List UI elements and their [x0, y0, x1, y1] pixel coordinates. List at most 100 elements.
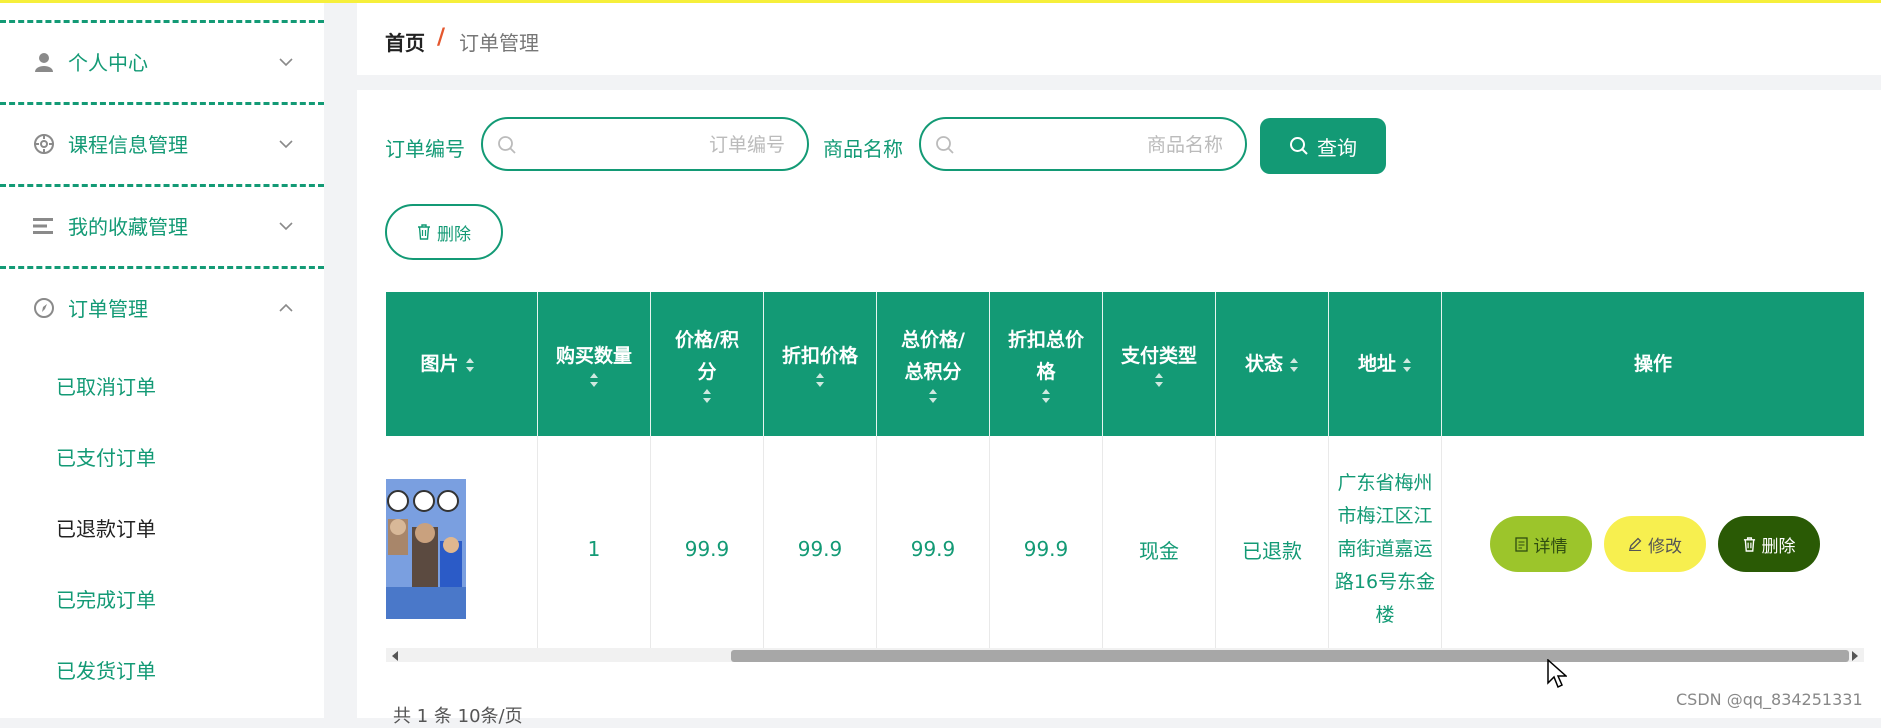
header-label: 支付类型: [1120, 345, 1197, 367]
sort-icon[interactable]: [1289, 357, 1299, 373]
sort-icon[interactable]: [702, 388, 712, 404]
product-name-label: 商品名称: [823, 137, 903, 161]
cell-address: 广东省梅州市梅江区江南街道嘉运路16号东金楼: [1329, 436, 1442, 662]
sidebar-subitem-shipped-orders[interactable]: 已发货订单: [56, 655, 156, 684]
cell-quantity: 1: [538, 436, 651, 662]
header-label: 总价格/总积分: [901, 329, 965, 383]
sidebar-subitem-cancelled-orders[interactable]: 已取消订单: [56, 371, 156, 400]
sidebar-item-course-info[interactable]: 课程信息管理: [0, 102, 324, 182]
sidebar-item-favorites[interactable]: 我的收藏管理: [0, 184, 324, 264]
breadcrumb-home[interactable]: 首页: [385, 27, 425, 56]
main-content: 订单编号 商品名称 查询 删除 图片 购买数量 价格/积分: [357, 90, 1881, 727]
cell-price: 99.9: [651, 436, 764, 662]
sidebar-item-label: 我的收藏管理: [68, 215, 188, 239]
product-name-input[interactable]: [961, 129, 1225, 161]
sidebar-subitem-refunded-orders[interactable]: 已退款订单: [56, 513, 156, 542]
sidebar-subitem-paid-orders[interactable]: 已支付订单: [56, 442, 156, 471]
sidebar: 个人中心 课程信息管理 我的收藏管理 订单管理 已取消订单 已支付订单 已退款订…: [0, 3, 324, 718]
header-quantity[interactable]: 购买数量: [538, 292, 651, 436]
scrollbar-thumb[interactable]: [731, 650, 1849, 662]
header-label: 价格/积分: [675, 329, 739, 383]
sort-icon[interactable]: [1154, 372, 1164, 388]
chevron-down-icon: [278, 136, 294, 152]
edit-button[interactable]: 修改: [1604, 516, 1706, 572]
product-thumbnail[interactable]: [386, 479, 466, 619]
edit-button-label: 修改: [1648, 536, 1682, 557]
table-row: 1 99.9 99.9 99.9 99.9 现金 已退款 广东省梅州市梅江区江南…: [386, 436, 1864, 662]
target-icon: [32, 132, 56, 156]
query-button-label: 查询: [1317, 135, 1357, 160]
sidebar-item-label: 课程信息管理: [68, 133, 188, 157]
header-label: 购买数量: [555, 345, 632, 367]
header-discount-total[interactable]: 折扣总价格: [990, 292, 1103, 436]
search-icon: [935, 135, 955, 155]
header-image[interactable]: 图片: [386, 292, 538, 436]
sort-icon[interactable]: [1402, 357, 1412, 373]
sort-icon[interactable]: [928, 388, 938, 404]
sidebar-item-label: 订单管理: [68, 297, 148, 321]
product-name-input-wrapper: [919, 117, 1247, 171]
search-icon: [497, 135, 517, 155]
trash-icon: [418, 224, 430, 240]
sort-icon[interactable]: [589, 372, 599, 388]
cell-status: 已退款: [1216, 436, 1329, 662]
header-label: 状态: [1244, 353, 1283, 375]
watermark: CSDN @qq_834251331: [1676, 690, 1863, 709]
orders-table: 图片 购买数量 价格/积分 折扣价格 总价格/总积分 折扣总价格 支付类型 状态…: [386, 292, 1864, 662]
batch-delete-button[interactable]: 删除: [385, 204, 503, 260]
breadcrumb-current: 订单管理: [459, 31, 539, 55]
header-label: 地址: [1357, 353, 1396, 375]
header-label: 图片: [420, 353, 459, 375]
sidebar-item-order-management[interactable]: 订单管理: [0, 266, 324, 346]
edit-icon: [1629, 537, 1642, 551]
compass-icon: [32, 296, 56, 320]
cell-image: [386, 436, 538, 662]
mouse-cursor-icon: [1547, 659, 1567, 689]
pagination[interactable]: 共 1 条 10条/页: [393, 702, 523, 728]
header-address[interactable]: 地址: [1329, 292, 1442, 436]
detail-button[interactable]: 详情: [1490, 516, 1592, 572]
scroll-right-arrow-icon[interactable]: [1852, 651, 1858, 661]
header-label: 操作: [1633, 353, 1672, 375]
detail-button-label: 详情: [1533, 536, 1568, 557]
query-button[interactable]: 查询: [1260, 118, 1386, 174]
cell-discount-total: 99.9: [990, 436, 1103, 662]
header-price[interactable]: 价格/积分: [651, 292, 764, 436]
list-icon: [32, 214, 56, 238]
batch-delete-label: 删除: [437, 224, 471, 245]
header-pay-type[interactable]: 支付类型: [1103, 292, 1216, 436]
header-label: 折扣总价格: [1007, 329, 1084, 383]
row-delete-button[interactable]: 删除: [1718, 516, 1820, 572]
address-text: 广东省梅州市梅江区江南街道嘉运路16号东金楼: [1334, 471, 1436, 626]
row-delete-button-label: 删除: [1761, 536, 1796, 557]
sidebar-item-label: 个人中心: [68, 51, 148, 75]
order-no-label: 订单编号: [385, 137, 465, 161]
trash-icon: [1743, 536, 1755, 552]
chevron-down-icon: [278, 218, 294, 234]
chevron-down-icon: [278, 54, 294, 70]
header-actions: 操作: [1442, 292, 1864, 436]
search-icon: [1290, 137, 1308, 155]
chevron-up-icon: [278, 300, 294, 316]
order-no-input[interactable]: [523, 129, 787, 161]
document-icon: [1514, 536, 1528, 552]
breadcrumb: 首页 / 订单管理: [357, 3, 1881, 75]
horizontal-scrollbar[interactable]: [386, 648, 1864, 662]
sidebar-subitem-completed-orders[interactable]: 已完成订单: [56, 584, 156, 613]
cell-actions: 详情 修改 删除: [1442, 436, 1864, 662]
sort-icon[interactable]: [815, 372, 825, 388]
cell-discount-price: 99.9: [764, 436, 877, 662]
user-icon: [32, 50, 56, 74]
cell-total-price: 99.9: [877, 436, 990, 662]
header-label: 折扣价格: [781, 345, 858, 367]
breadcrumb-separator: /: [437, 25, 446, 50]
table-header: 图片 购买数量 价格/积分 折扣价格 总价格/总积分 折扣总价格 支付类型 状态…: [386, 292, 1864, 436]
sort-icon[interactable]: [465, 357, 475, 373]
header-discount-price[interactable]: 折扣价格: [764, 292, 877, 436]
sort-icon[interactable]: [1041, 388, 1051, 404]
header-total-price[interactable]: 总价格/总积分: [877, 292, 990, 436]
header-status[interactable]: 状态: [1216, 292, 1329, 436]
sidebar-item-personal-center[interactable]: 个人中心: [0, 20, 324, 100]
order-no-input-wrapper: [481, 117, 809, 171]
scroll-left-arrow-icon[interactable]: [392, 651, 398, 661]
